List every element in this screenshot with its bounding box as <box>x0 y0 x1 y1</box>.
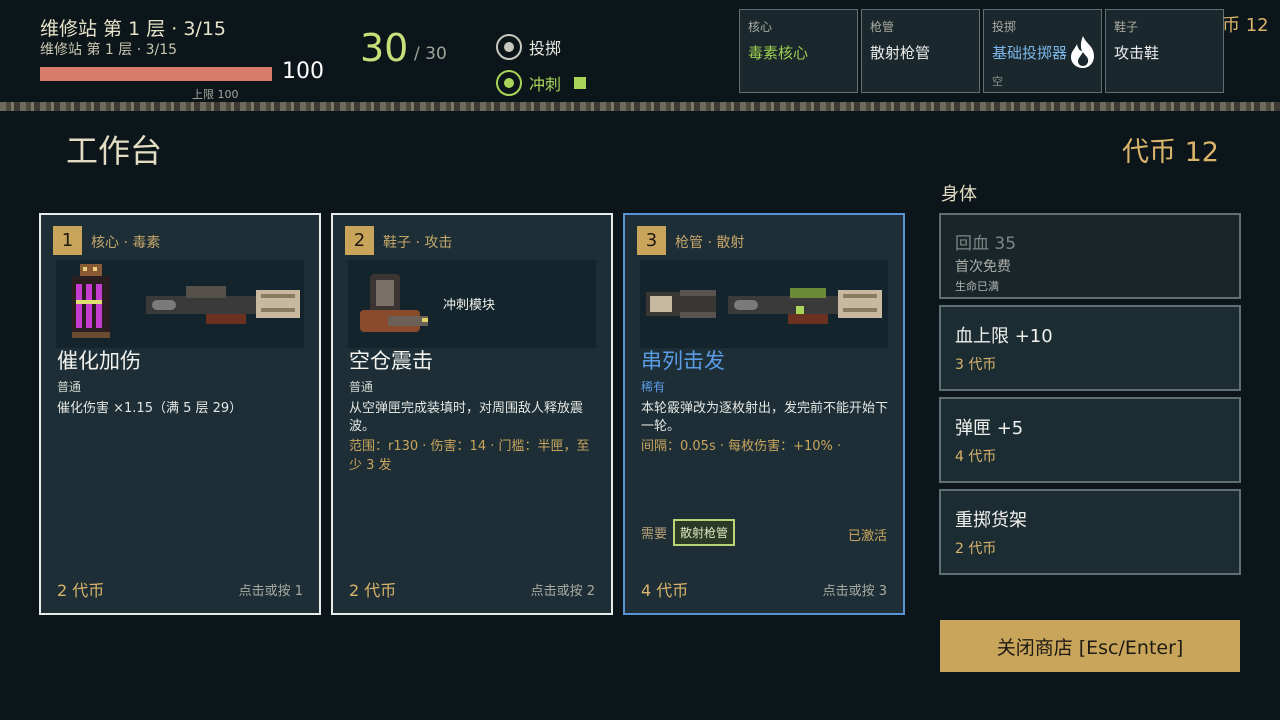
skill-throw-icon <box>496 34 522 60</box>
option-title: 血上限 +10 <box>955 326 1053 347</box>
card-stats: 间隔：0.05s · 每枚伤害：+10% · <box>641 439 842 454</box>
slot-category: 鞋子 <box>1114 20 1139 34</box>
card-name: 催化加伤 <box>57 349 141 373</box>
hud-token-count: 币 12 <box>1222 15 1269 36</box>
option-title: 重掷货架 <box>955 510 1027 531</box>
hp-value: 100 <box>282 59 324 84</box>
toxin-core-gun-icon <box>72 264 300 338</box>
equip-slot-shoe: 鞋子 攻击鞋 <box>1105 9 1224 93</box>
card-image: 冲刺模块 <box>348 260 596 348</box>
skill-throw: 投掷 <box>496 34 561 60</box>
card-name: 串列击发 <box>641 349 725 373</box>
hp-bar-fill <box>40 67 272 81</box>
card-key-hint: 点击或按 3 <box>822 584 887 599</box>
card-number: 2 <box>345 226 374 255</box>
hud-floor-title: 维修站 第 1 层 · 3/15 <box>40 18 226 40</box>
card-requirement: 需要 散射枪管 <box>641 519 736 546</box>
panel-token-count: 代币 12 <box>1122 137 1219 168</box>
card-tag: 枪管 · 散射 <box>675 235 745 251</box>
card-status: 已激活 <box>847 529 887 544</box>
skill-dash-label: 冲刺 <box>529 75 562 94</box>
requirement-badge: 散射枪管 <box>673 519 736 546</box>
slot-item: 毒素核心 <box>748 44 809 62</box>
option-cost: 4 代币 <box>955 449 997 465</box>
card-rarity: 稀有 <box>641 380 666 394</box>
card-image <box>640 260 888 348</box>
card-key-hint: 点击或按 1 <box>238 584 303 599</box>
card-rarity: 普通 <box>349 380 374 394</box>
card-name: 空仓震击 <box>349 349 433 373</box>
panel-title: 工作台 <box>66 132 163 170</box>
slot-item: 散射枪管 <box>870 44 931 62</box>
card-price: 2 代币 <box>349 581 397 600</box>
card-image <box>56 260 304 348</box>
close-shop-button[interactable]: 关闭商店 [Esc/Enter] <box>940 620 1240 672</box>
hud-divider-strip <box>0 102 1280 111</box>
skill-dash: 冲刺 <box>496 70 587 96</box>
card-description: 本轮霰弹改为逐枚射出，发完前不能开始下一轮。 <box>641 401 889 434</box>
card-price: 4 代币 <box>641 581 689 600</box>
card-price: 2 代币 <box>57 581 105 600</box>
card-description: 从空弹匣完成装填时，对周围敌人释放震波。 <box>349 401 584 434</box>
slot-category: 枪管 <box>870 20 895 34</box>
flame-icon <box>1071 36 1094 68</box>
scatter-barrel-gun-icon <box>646 288 882 324</box>
equip-slot-barrel: 枪管 散射枪管 <box>861 9 980 93</box>
card-tag: 核心 · 毒素 <box>91 235 161 251</box>
card-rarity: 普通 <box>57 380 82 394</box>
body-option-reroll[interactable]: 重掷货架 2 代币 <box>939 489 1241 575</box>
option-title: 回血 35 <box>955 234 1017 254</box>
dash-ready-indicator <box>574 77 587 89</box>
slot-item: 攻击鞋 <box>1114 44 1160 62</box>
card-description: 催化伤害 ×1.15（满 5 层 29） <box>57 401 243 416</box>
skill-dash-icon <box>496 70 522 96</box>
equip-slot-core: 核心 毒素核心 <box>739 9 858 93</box>
upgrade-card-3[interactable]: 3 枪管 · 散射 串列击发 稀有 本轮霰弹改为逐枚射出，发完前不能开始下一轮。… <box>623 213 905 615</box>
ammo-count: 30 <box>360 26 409 70</box>
slot-category: 核心 <box>748 20 773 34</box>
card-key-hint: 点击或按 2 <box>530 584 595 599</box>
body-option-heal[interactable]: 回血 35 首次免费 生命已满 <box>939 213 1241 299</box>
body-section-title: 身体 <box>941 184 977 205</box>
card-stats: 范围：r130 · 伤害：14 · 门槛：半匣，至少 3 发 <box>349 439 590 473</box>
slot-category: 投掷 <box>992 20 1017 34</box>
option-cost: 3 代币 <box>955 357 997 373</box>
skill-throw-label: 投掷 <box>529 39 562 58</box>
hud-floor-subtitle: 维修站 第 1 层 · 3/15 <box>40 42 178 58</box>
option-title: 弹匣 +5 <box>955 418 1024 439</box>
hp-bar <box>40 67 272 81</box>
card-number: 1 <box>53 226 82 255</box>
card-image-label: 冲刺模块 <box>443 298 496 313</box>
body-option-hp-max[interactable]: 血上限 +10 3 代币 <box>939 305 1241 391</box>
option-note: 生命已满 <box>955 280 999 293</box>
slot-note: 空 <box>992 75 1003 88</box>
card-number: 3 <box>637 226 666 255</box>
upgrade-card-1[interactable]: 1 核心 · 毒素 催化加伤 普通 催化伤害 ×1.15（满 5 层 29） 2… <box>39 213 321 615</box>
option-cost: 2 代币 <box>955 541 997 557</box>
upgrade-card-2[interactable]: 2 鞋子 · 攻击 冲刺模块 空仓震击 普通 从空弹匣完成装填时，对周围敌人释放… <box>331 213 613 615</box>
ammo-max: / 30 <box>414 44 447 64</box>
body-option-magazine[interactable]: 弹匣 +5 4 代币 <box>939 397 1241 483</box>
hp-max-label: 上限 100 <box>192 88 239 101</box>
card-tag: 鞋子 · 攻击 <box>383 235 453 251</box>
option-cost: 首次免费 <box>955 259 1011 275</box>
requirement-label: 需要 <box>641 527 668 542</box>
